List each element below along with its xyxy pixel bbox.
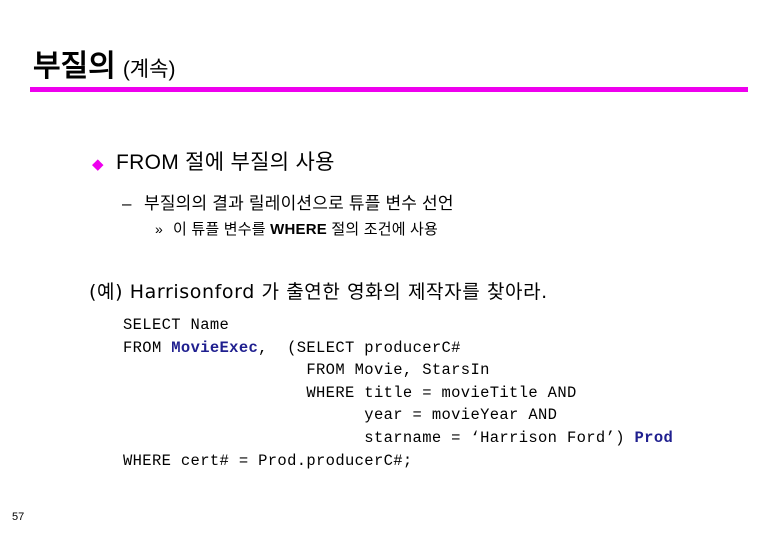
diamond-bullet-icon: ◆ [92,156,104,173]
page-title-subtitle: (계속) [122,58,176,81]
sql-text: FROM [123,338,172,357]
bullet-level2: – 부질의의 결과 릴레이션으로 튜플 변수 선언 [122,189,454,214]
sql-line: WHERE title = movieTitle AND [123,382,673,405]
sql-identifier-highlight: MovieExec [171,338,259,357]
sql-text: FROM Movie, StarsIn [123,361,490,380]
sql-line: year = movieYear AND [123,404,673,427]
sql-text: SELECT Name [123,316,230,334]
double-angle-bullet-icon: » [155,221,163,237]
bullet-level3-text-before: 이 튜플 변수를 [173,221,271,238]
dash-bullet-icon: – [122,194,132,213]
sql-code-block: SELECT Name FROM MovieExec, (SELECT produ… [123,314,673,472]
page-number: 57 [12,511,25,523]
sql-identifier-highlight: Prod [634,428,674,447]
sql-text: starname = ‘Harrison Ford’) [123,428,635,447]
example-caption: (예) Harrisonford 가 출연한 영화의 제작자를 찾아라. [89,281,548,303]
sql-line: FROM MovieExec, (SELECT producerC# [123,337,673,360]
sql-text: , (SELECT producerC# [258,338,461,357]
bullet-level1: ◆ FROM 절에 부질의 사용 [92,146,335,176]
sql-text: year = movieYear AND [123,406,558,425]
page-title-main: 부질의 [33,50,116,83]
bullet-level3: » 이 튜플 변수를 WHERE 절의 조건에 사용 [155,218,438,239]
sql-line: WHERE cert# = Prod.producerC#; [123,450,673,473]
bullet-level3-keyword: WHERE [270,221,327,238]
sql-text: WHERE cert# = Prod.producerC#; [123,451,413,470]
sql-line: FROM Movie, StarsIn [123,359,673,382]
bullet-level3-label: 이 튜플 변수를 WHERE 절의 조건에 사용 [173,218,438,239]
page-title: 부질의 (계속) [33,41,175,85]
title-divider-rule [30,87,748,92]
bullet-level1-label: FROM 절에 부질의 사용 [116,151,335,174]
bullet-level2-label: 부질의의 결과 릴레이션으로 튜플 변수 선언 [144,194,454,213]
sql-text: WHERE title = movieTitle AND [123,383,577,402]
bullet-level3-text-after: 절의 조건에 사용 [326,221,439,238]
sql-line: starname = ‘Harrison Ford’) Prod [123,427,673,450]
sql-line: SELECT Name [123,314,673,337]
